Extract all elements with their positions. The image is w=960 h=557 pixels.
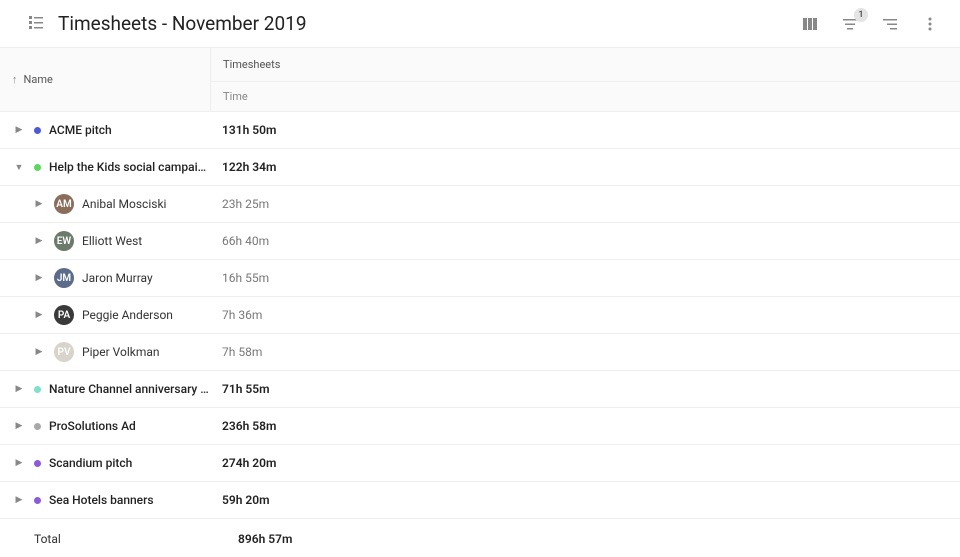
chevron-right-icon[interactable]: ▶ xyxy=(12,458,26,468)
member-time: 23h 25m xyxy=(210,186,960,222)
avatar: PA xyxy=(54,305,74,325)
project-row[interactable]: ▶ ACME pitch131h 50m xyxy=(0,112,960,149)
avatar: PV xyxy=(54,342,74,362)
chevron-right-icon[interactable]: ▶ xyxy=(32,236,46,246)
avatar: JM xyxy=(54,268,74,288)
page-title: Timesheets - November 2019 xyxy=(58,12,307,35)
member-time: 7h 58m xyxy=(210,334,960,370)
column-subheader-time[interactable]: Time xyxy=(211,82,960,111)
project-name: ProSolutions Ad xyxy=(49,419,210,433)
project-time: 59h 20m xyxy=(210,482,960,518)
chevron-right-icon[interactable]: ▶ xyxy=(32,310,46,320)
align-right-icon[interactable] xyxy=(880,14,900,34)
member-time: 66h 40m xyxy=(210,223,960,259)
project-row[interactable]: ▼ Help the Kids social campaign122h 34m xyxy=(0,149,960,186)
column-header-name[interactable]: ↑ Name xyxy=(0,48,210,111)
chevron-right-icon[interactable]: ▶ xyxy=(32,199,46,209)
member-row[interactable]: ▶ EW Elliott West 66h 40m xyxy=(0,223,960,260)
member-time: 16h 55m xyxy=(210,260,960,296)
chevron-down-icon[interactable]: ▼ xyxy=(12,162,26,173)
project-name: Sea Hotels banners xyxy=(49,493,210,507)
project-time: 236h 58m xyxy=(210,408,960,444)
project-color-dot xyxy=(34,164,41,171)
chevron-right-icon[interactable]: ▶ xyxy=(32,347,46,357)
member-row[interactable]: ▶ AM Anibal Mosciski 23h 25m xyxy=(0,186,960,223)
project-color-dot xyxy=(34,127,41,134)
chevron-right-icon[interactable]: ▶ xyxy=(12,495,26,505)
chevron-right-icon[interactable]: ▶ xyxy=(12,125,26,135)
filter-badge: 1 xyxy=(854,8,868,22)
avatar: AM xyxy=(54,194,74,214)
project-name: Scandium pitch xyxy=(49,456,210,470)
column-header-name-label: Name xyxy=(24,73,53,86)
member-name: Anibal Mosciski xyxy=(82,197,166,211)
total-label: Total xyxy=(34,532,61,546)
project-color-dot xyxy=(34,497,41,504)
member-name: Jaron Murray xyxy=(82,271,153,285)
project-color-dot xyxy=(34,460,41,467)
project-row[interactable]: ▶ Nature Channel anniversary cam…71h 55m xyxy=(0,371,960,408)
chevron-right-icon[interactable]: ▶ xyxy=(12,421,26,431)
member-row[interactable]: ▶ JM Jaron Murray 16h 55m xyxy=(0,260,960,297)
project-color-dot xyxy=(34,423,41,430)
filter-icon[interactable]: 1 xyxy=(840,14,860,34)
member-time: 7h 36m xyxy=(210,297,960,333)
avatar: EW xyxy=(54,231,74,251)
member-name: Peggie Anderson xyxy=(82,308,173,322)
member-name: Piper Volkman xyxy=(82,345,160,359)
column-subheader-time-label: Time xyxy=(223,90,248,103)
project-row[interactable]: ▶ ProSolutions Ad236h 58m xyxy=(0,408,960,445)
total-time: 896h 57m xyxy=(210,519,960,557)
chevron-right-icon[interactable]: ▶ xyxy=(12,384,26,394)
project-row[interactable]: ▶ Sea Hotels banners59h 20m xyxy=(0,482,960,519)
project-name: ACME pitch xyxy=(49,123,210,137)
member-name: Elliott West xyxy=(82,234,142,248)
columns-icon[interactable] xyxy=(800,14,820,34)
project-time: 274h 20m xyxy=(210,445,960,481)
chevron-right-icon[interactable]: ▶ xyxy=(32,273,46,283)
project-time: 131h 50m xyxy=(210,112,960,148)
project-time: 122h 34m xyxy=(210,149,960,185)
project-row[interactable]: ▶ Scandium pitch274h 20m xyxy=(0,445,960,482)
member-row[interactable]: ▶ PA Peggie Anderson 7h 36m xyxy=(0,297,960,334)
member-row[interactable]: ▶ PV Piper Volkman 7h 58m xyxy=(0,334,960,371)
list-view-icon[interactable] xyxy=(28,14,44,34)
column-header-timesheets-label: Timesheets xyxy=(223,58,280,71)
project-name: Nature Channel anniversary cam… xyxy=(49,382,210,396)
project-time: 71h 55m xyxy=(210,371,960,407)
column-header-timesheets[interactable]: Timesheets xyxy=(211,48,960,82)
sort-asc-icon: ↑ xyxy=(12,73,18,86)
project-color-dot xyxy=(34,386,41,393)
more-vertical-icon[interactable] xyxy=(920,14,940,34)
total-row: Total 896h 57m xyxy=(0,519,960,557)
project-name: Help the Kids social campaign xyxy=(49,160,210,174)
